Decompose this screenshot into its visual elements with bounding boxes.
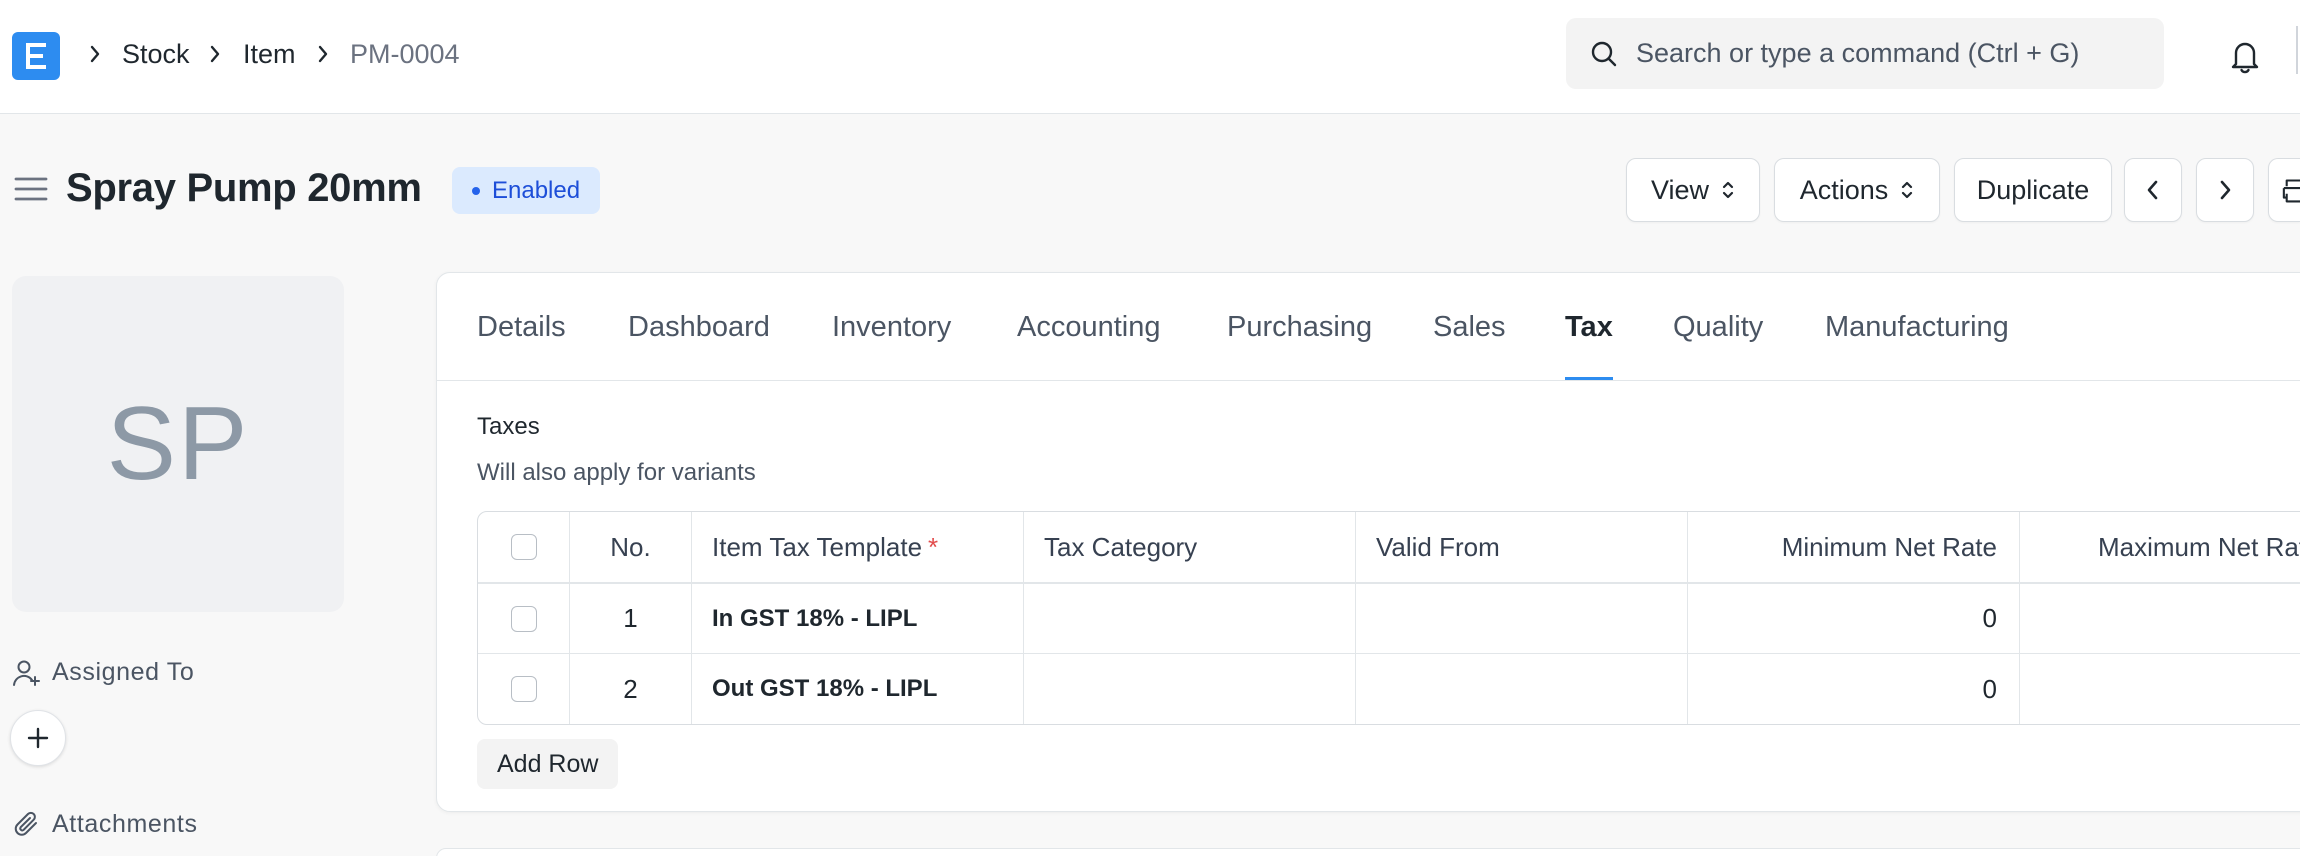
previous-record-button[interactable]: [2124, 158, 2182, 222]
item-image-placeholder[interactable]: SP: [12, 276, 344, 612]
tab-sales[interactable]: Sales: [1433, 307, 1506, 347]
breadcrumb-stock[interactable]: Stock: [122, 36, 190, 72]
bell-icon[interactable]: [2228, 38, 2262, 74]
actions-button[interactable]: Actions: [1774, 158, 1940, 222]
attachments-label: Attachments: [52, 810, 198, 838]
minimum-net-rate-cell[interactable]: 0: [1688, 584, 2020, 653]
row-number: 2: [570, 654, 692, 724]
erpnext-logo-icon: [26, 43, 46, 69]
add-assignee-button[interactable]: [10, 710, 66, 766]
add-row-button[interactable]: Add Row: [477, 739, 619, 789]
duplicate-button[interactable]: Duplicate: [1954, 158, 2112, 222]
tab-quality[interactable]: Quality: [1673, 307, 1763, 347]
breadcrumb-current[interactable]: PM-0004: [350, 36, 460, 72]
up-down-chevron-icon: [1902, 181, 1913, 199]
view-button[interactable]: View: [1626, 158, 1760, 222]
tab-dashboard[interactable]: Dashboard: [628, 307, 770, 347]
taxes-table: No. Item Tax Template * Tax Category Val…: [477, 511, 2300, 725]
row-checkbox[interactable]: [510, 676, 537, 702]
form-tabs: Details Dashboard Inventory Accounting P…: [437, 273, 2300, 381]
up-down-chevron-icon: [1722, 181, 1734, 199]
table-row[interactable]: 2 Out GST 18% - LIPL 0: [478, 654, 2300, 724]
tab-tax[interactable]: Tax: [1565, 307, 1613, 347]
taxes-section-description: Will also apply for variants: [477, 459, 756, 486]
search-icon: [1591, 41, 1617, 67]
plus-icon: [27, 727, 49, 749]
select-all-checkbox[interactable]: [510, 534, 537, 560]
view-button-label: View: [1650, 174, 1710, 205]
paperclip-icon: [14, 811, 37, 836]
row-select-cell: [478, 654, 570, 724]
column-header-minimum-net-rate: Minimum Net Rate: [1688, 512, 2020, 582]
status-badge: Enabled: [452, 167, 601, 214]
search-bar[interactable]: [1566, 18, 2164, 89]
hamburger-menu-icon[interactable]: [14, 176, 48, 202]
next-section-card: [436, 848, 2300, 856]
assign-user-icon: [13, 660, 40, 686]
taxes-section-label: Taxes: [477, 413, 540, 440]
chevron-right-icon: [90, 45, 100, 63]
breadcrumb-item[interactable]: Item: [243, 36, 296, 72]
chevron-right-icon: [210, 45, 220, 63]
column-header-maximum-net-rate: Maximum Net Rate: [2098, 531, 2300, 562]
actions-button-label: Actions: [1799, 174, 1889, 205]
chevron-right-icon: [318, 45, 328, 63]
item-tax-template-cell[interactable]: In GST 18% - LIPL: [692, 584, 1024, 653]
row-select-cell: [478, 584, 570, 653]
column-header-tax-category: Tax Category: [1024, 512, 1356, 582]
search-input[interactable]: [1636, 32, 2136, 74]
chevron-left-icon: [2147, 180, 2158, 200]
tab-purchasing[interactable]: Purchasing: [1227, 307, 1372, 347]
tab-inventory[interactable]: Inventory: [832, 307, 951, 347]
status-dot: [472, 186, 480, 195]
page-title: Spray Pump 20mm: [66, 166, 422, 210]
maximum-net-rate-cell[interactable]: [2020, 654, 2300, 724]
printer-icon: [2282, 179, 2300, 203]
maximum-net-rate-cell[interactable]: [2020, 584, 2300, 653]
item-tax-template-cell[interactable]: Out GST 18% - LIPL: [692, 654, 1024, 724]
tax-category-cell[interactable]: [1024, 584, 1356, 653]
assigned-to-label: Assigned To: [52, 658, 195, 686]
item-form-card: Details Dashboard Inventory Accounting P…: [436, 272, 2300, 812]
tax-category-cell[interactable]: [1024, 654, 1356, 724]
tab-accounting[interactable]: Accounting: [1017, 307, 1161, 347]
valid-from-cell[interactable]: [1356, 654, 1688, 724]
valid-from-cell[interactable]: [1356, 584, 1688, 653]
row-number: 1: [570, 584, 692, 653]
column-header-item-tax-template: Item Tax Template *: [692, 512, 1024, 582]
table-header-row: No. Item Tax Template * Tax Category Val…: [478, 512, 2300, 584]
row-checkbox[interactable]: [510, 605, 537, 632]
tab-details[interactable]: Details: [477, 307, 566, 347]
chevron-right-icon: [2220, 180, 2231, 200]
minimum-net-rate-cell[interactable]: 0: [1688, 654, 2020, 724]
column-header-no: No.: [570, 512, 692, 582]
select-all-cell: [478, 512, 570, 582]
column-header-item-tax-template-label: Item Tax Template: [712, 531, 923, 562]
tab-manufacturing[interactable]: Manufacturing: [1825, 307, 2009, 347]
avatar-initials: SP: [106, 385, 250, 502]
status-label: Enabled: [492, 177, 581, 204]
app-logo[interactable]: [12, 32, 60, 80]
navbar-divider: [2296, 26, 2298, 74]
table-row[interactable]: 1 In GST 18% - LIPL 0: [478, 584, 2300, 654]
top-navbar: Stock Item PM-0004: [0, 0, 2300, 114]
required-indicator: *: [928, 531, 939, 562]
active-tab-indicator: [1565, 377, 1613, 380]
next-record-button[interactable]: [2196, 158, 2254, 222]
print-button[interactable]: [2268, 158, 2300, 222]
column-header-valid-from: Valid From: [1356, 512, 1688, 582]
